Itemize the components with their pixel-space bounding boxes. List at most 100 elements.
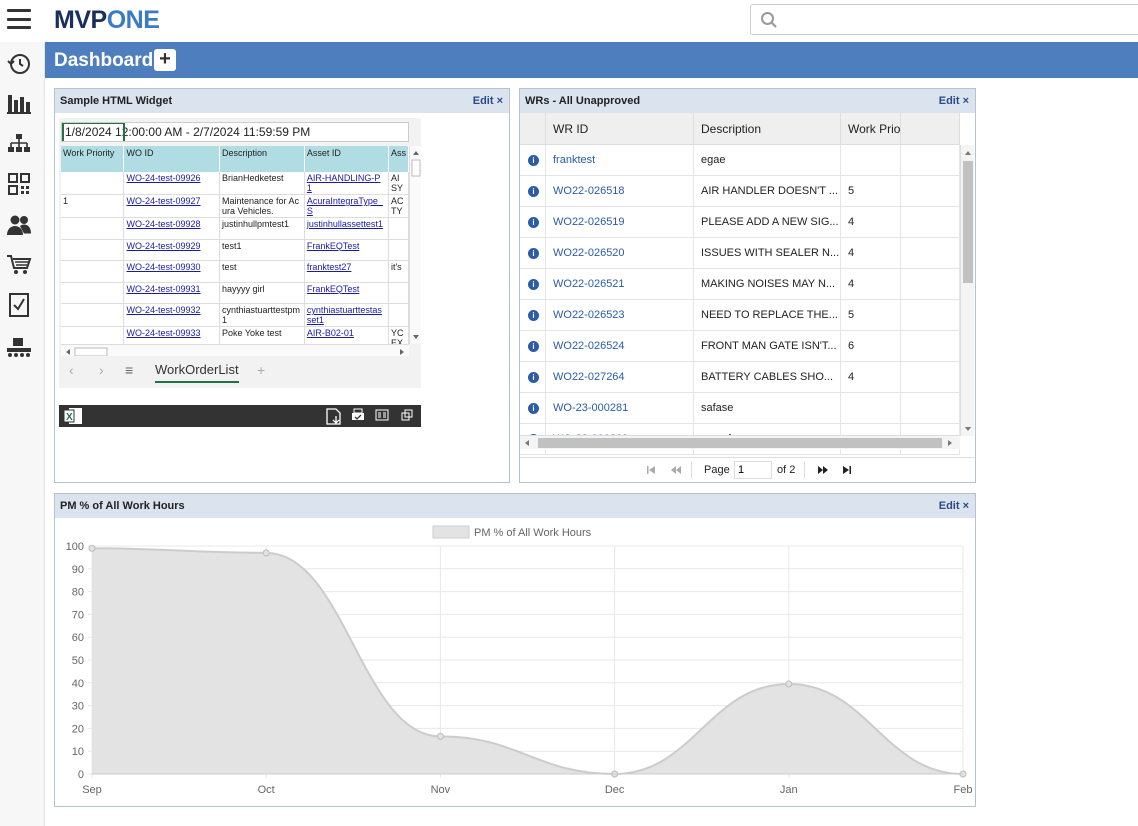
sheet-cell[interactable] [388, 217, 409, 240]
sheet-cell[interactable]: cynthiastuarttestasset1 [304, 303, 389, 327]
edit-widget-button[interactable]: Edit × [939, 95, 969, 107]
wo-id-link[interactable]: WO-24-test-09930 [126, 262, 200, 272]
sheet-cell[interactable]: test [219, 260, 305, 283]
wr-id-link-text[interactable]: franktest [553, 154, 595, 166]
column-header[interactable]: Asset ID [304, 146, 389, 172]
wo-id-link[interactable]: WO-24-test-09928 [126, 219, 200, 229]
vertical-scrollbar[interactable] [960, 145, 974, 436]
sheet-cell[interactable] [388, 239, 409, 261]
checklist-icon[interactable] [6, 292, 32, 318]
sheet-cell[interactable] [388, 303, 409, 327]
sheet-cell[interactable] [61, 326, 125, 344]
next-page-icon[interactable] [817, 465, 829, 478]
wo-id-link[interactable]: WO-24-test-09931 [126, 284, 200, 294]
table-row[interactable]: i WO22-027264 BATTERY CABLES SHO... 4 [520, 362, 960, 393]
info-icon[interactable]: i [528, 216, 539, 228]
asset-id-link[interactable]: FrankEQTest [307, 284, 360, 294]
asset-id-link[interactable]: AIR-HANDLING-P 1 [307, 173, 381, 193]
sheet-cell[interactable]: it's [388, 260, 409, 283]
info-icon[interactable]: i [528, 154, 539, 166]
edit-widget-button[interactable]: Edit × [939, 500, 969, 512]
table-row[interactable]: i WO-23-000281 safase [520, 393, 960, 424]
scrollbar-thumb[interactable] [963, 161, 973, 283]
users-icon[interactable] [6, 212, 32, 238]
sheet-cell[interactable]: cynthiastuarttestpm1 [219, 303, 305, 327]
excel-icon[interactable]: X [63, 407, 83, 430]
menu-icon[interactable] [7, 9, 31, 29]
sheet-cell[interactable] [61, 303, 125, 327]
app-logo[interactable]: MVPONE [54, 6, 160, 35]
wr-id-link-text[interactable]: WO22-026524 [553, 340, 625, 352]
table-row[interactable]: i WO22-026520 ISSUES WITH SEALER N... 4 [520, 238, 960, 269]
conveyor-icon[interactable] [6, 334, 32, 360]
edit-widget-button[interactable]: Edit × [473, 95, 503, 107]
sheet-cell[interactable]: Poke Yoke test [219, 326, 305, 344]
sheet-cell[interactable] [61, 217, 125, 240]
sheet-tab-workorderlist[interactable]: WorkOrderList [155, 362, 239, 383]
info-icon[interactable]: i [528, 278, 539, 290]
add-widget-button[interactable]: + [154, 49, 176, 71]
sheet-cell[interactable] [61, 282, 125, 304]
sheet-cell[interactable]: WO-24-test-09930 [123, 260, 220, 283]
previous-page-icon[interactable] [670, 465, 682, 478]
table-row[interactable]: i WO22-026524 FRONT MAN GATE ISN'T... 6 [520, 331, 960, 362]
wo-id-link[interactable]: WO-24-test-09926 [126, 173, 200, 183]
sheet-cell[interactable]: WO-24-test-09933 [123, 326, 220, 344]
spreadsheet-grid[interactable]: Work Priority WO ID Description Asset ID… [61, 146, 409, 344]
wr-id-link-text[interactable]: WO22-027264 [553, 371, 625, 383]
column-header[interactable]: Description [694, 113, 841, 145]
table-row[interactable]: i WO22-026519 PLEASE ADD A NEW SIG... 4 [520, 207, 960, 238]
sheet-cell[interactable]: AIR-HANDLING-P 1 [304, 172, 389, 195]
asset-id-link[interactable]: justinhullassettest1 [307, 219, 383, 229]
sheet-cell[interactable]: justinhullassettest1 [304, 217, 389, 240]
sheet-cell[interactable]: FrankEQTest [304, 239, 389, 261]
cart-icon[interactable] [6, 252, 32, 278]
print-icon[interactable] [351, 408, 365, 427]
asset-id-link[interactable]: AcuraIntegraType_S [307, 196, 383, 216]
info-icon[interactable]: i [528, 309, 539, 321]
reading-view-icon[interactable] [375, 408, 389, 427]
sheet-cell[interactable]: AC TY [388, 194, 409, 218]
sheet-cell[interactable]: AI SY [388, 172, 409, 195]
sheet-cell[interactable]: WO-24-test-09927 [123, 194, 220, 218]
chevron-left-icon[interactable]: ‹ [69, 362, 74, 378]
column-header[interactable]: Ass [388, 146, 409, 172]
wr-id-link-text[interactable]: WO22-026523 [553, 309, 625, 321]
sheet-cell[interactable]: BrianHedketest [219, 172, 305, 195]
sheet-cell[interactable] [61, 172, 125, 195]
asset-id-link[interactable]: AIR-B02-01 [307, 328, 354, 338]
chevron-right-icon[interactable]: › [99, 362, 104, 378]
sheet-cell[interactable]: YC EX [388, 326, 409, 344]
info-icon[interactable]: i [528, 185, 539, 197]
wr-id-link-text[interactable]: WO22-026520 [553, 247, 625, 259]
column-header[interactable]: Work Prior [841, 113, 901, 145]
sheet-cell[interactable]: hayyyy girl [219, 282, 305, 304]
last-page-icon[interactable] [842, 465, 852, 478]
table-row[interactable]: i franktest egae [520, 145, 960, 176]
scrollbar-thumb[interactable] [538, 438, 942, 448]
popout-icon[interactable] [401, 408, 413, 426]
sheet-cell[interactable]: WO-24-test-09932 [123, 303, 220, 327]
sheet-cell[interactable]: 1 [61, 194, 125, 218]
sheet-cell[interactable]: WO-24-test-09926 [123, 172, 220, 195]
hierarchy-icon[interactable] [6, 131, 32, 157]
wr-id-link-text[interactable]: WO-23-000281 [553, 402, 628, 414]
table-row[interactable]: i WO22-026523 NEED TO REPLACE THE... 5 [520, 300, 960, 331]
table-row[interactable]: i WO22-026518 AIR HANDLER DOESN'T ... 5 [520, 176, 960, 207]
qr-code-icon[interactable] [6, 171, 32, 197]
sheet-cell[interactable]: AcuraIntegraType_S [304, 194, 389, 218]
asset-id-link[interactable]: FrankEQTest [307, 241, 360, 251]
history-icon[interactable] [6, 51, 32, 77]
info-icon[interactable]: i [528, 402, 539, 414]
wo-id-link[interactable]: WO-24-test-09929 [126, 241, 200, 251]
search-input[interactable] [785, 9, 1125, 31]
date-range-cell[interactable]: 1/8/2024 12:00:00 AM - 2/7/2024 11:59:59… [61, 122, 409, 142]
wo-id-link[interactable]: WO-24-test-09932 [126, 305, 200, 315]
sheet-cell[interactable]: AIR-B02-01 [304, 326, 389, 344]
bar-chart-icon[interactable] [6, 90, 32, 116]
column-header[interactable]: Description [219, 146, 305, 172]
download-icon[interactable] [325, 408, 343, 430]
sheet-cell[interactable] [61, 239, 125, 261]
sheet-cell[interactable]: test1 [219, 239, 305, 261]
sheet-list-icon[interactable]: ≡ [125, 362, 133, 378]
